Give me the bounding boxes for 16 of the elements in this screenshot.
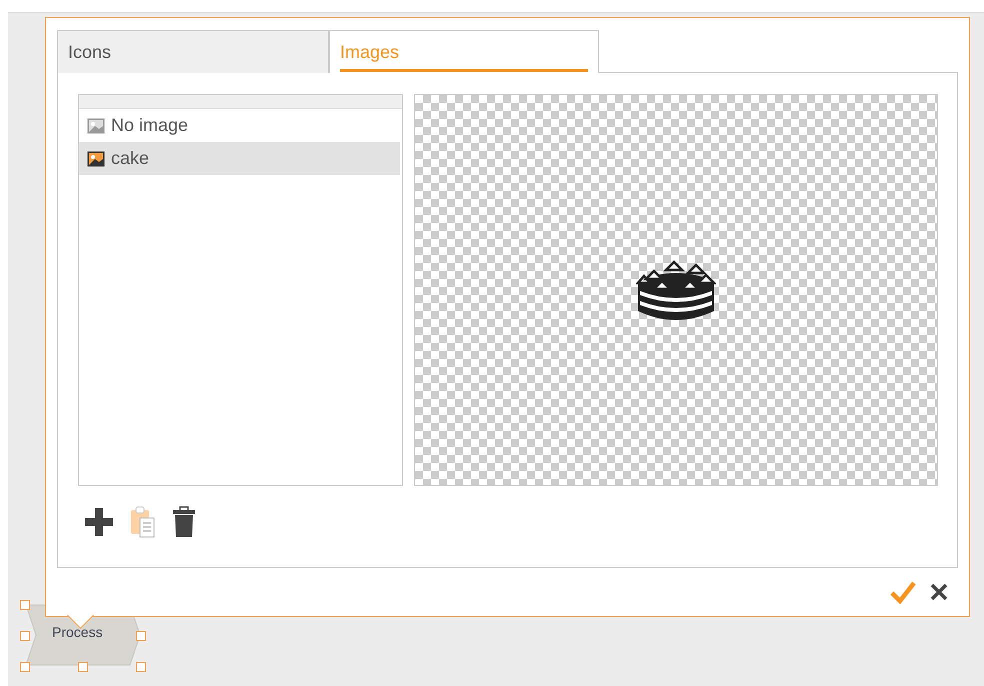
resize-handle[interactable]	[20, 631, 30, 641]
close-button[interactable]	[930, 583, 948, 601]
resize-handle[interactable]	[136, 631, 146, 641]
add-button[interactable]	[84, 507, 114, 537]
resize-handle[interactable]	[20, 662, 30, 672]
image-list-item[interactable]: cake	[79, 142, 400, 175]
image-icon	[87, 150, 105, 166]
confirm-button[interactable]	[890, 580, 916, 604]
image-icon	[87, 118, 105, 134]
process-label: Process	[52, 624, 103, 640]
resize-handle[interactable]	[20, 600, 30, 610]
delete-button[interactable]	[172, 506, 196, 538]
resize-handle[interactable]	[78, 662, 88, 672]
image-list-item[interactable]: No image	[79, 109, 400, 142]
resize-handle[interactable]	[136, 662, 146, 672]
tab[interactable]: Icons	[57, 30, 329, 73]
